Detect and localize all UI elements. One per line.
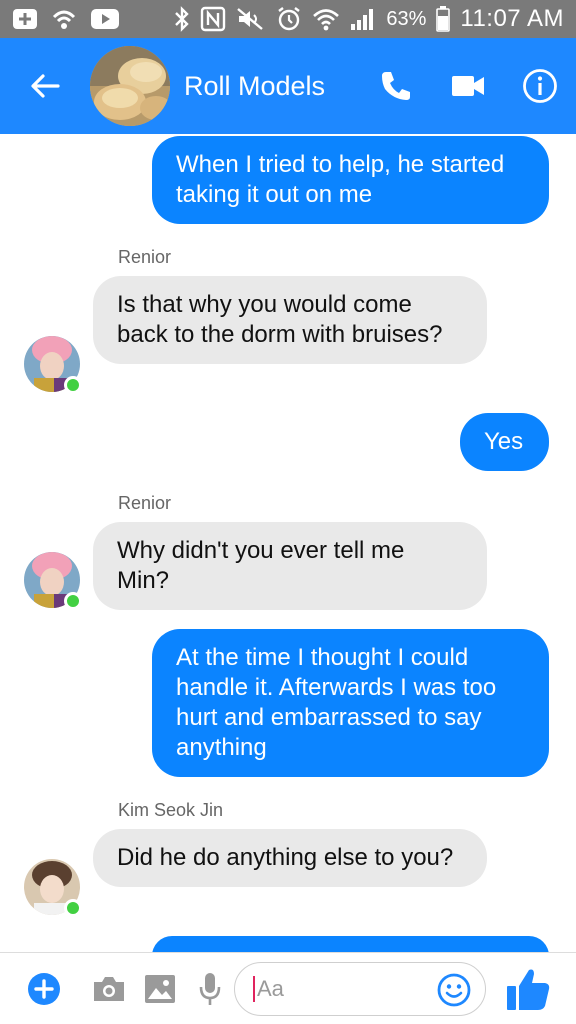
phone-icon (382, 72, 410, 100)
call-button[interactable] (360, 38, 432, 134)
message-input-placeholder: Aa (257, 975, 284, 1001)
thumbs-up-icon (507, 969, 550, 1010)
wifi-call-icon (50, 7, 78, 31)
outgoing-message-partial[interactable] (152, 936, 549, 952)
nfc-icon (200, 6, 226, 32)
emoji-icon (437, 973, 471, 1006)
plus-icon (28, 972, 60, 1005)
incoming-message[interactable]: Why didn't you ever tell me Min? (93, 522, 487, 610)
avatar[interactable] (24, 336, 82, 394)
battery-icon (436, 6, 451, 32)
video-camera-icon (452, 76, 484, 96)
camera-icon (94, 976, 124, 1001)
like-button[interactable] (486, 953, 570, 1024)
status-bar: 63% 11:07 AM (0, 0, 576, 38)
sender-name: Renior (118, 493, 172, 513)
group-avatar[interactable] (90, 46, 170, 126)
sender-name: Renior (118, 247, 172, 267)
mute-icon (236, 7, 266, 31)
online-indicator (64, 899, 82, 917)
add-icon (12, 8, 38, 30)
outgoing-message[interactable]: At the time I thought I could handle it.… (152, 629, 549, 777)
clock: 11:07 AM (460, 5, 564, 32)
bluetooth-icon (174, 6, 190, 32)
message-list[interactable]: When I tried to help, he started taking … (0, 134, 576, 952)
microphone-icon (199, 972, 221, 1005)
video-call-button[interactable] (432, 38, 504, 134)
avatar[interactable] (24, 859, 82, 917)
online-indicator (64, 592, 82, 610)
youtube-icon (90, 8, 120, 30)
outgoing-message[interactable]: Yes (460, 413, 549, 471)
conversation-header: Roll Models (0, 38, 576, 134)
info-button[interactable] (504, 38, 576, 134)
message-input[interactable]: Aa (234, 961, 486, 1016)
battery-percent: 63% (386, 7, 427, 30)
gallery-icon (145, 974, 175, 1003)
sender-name: Kim Seok Jin (118, 800, 224, 820)
incoming-message[interactable]: Did he do anything else to you? (93, 829, 487, 887)
alarm-icon (276, 6, 302, 32)
wifi-icon (312, 7, 340, 31)
signal-icon (350, 7, 376, 31)
back-arrow-icon (31, 74, 60, 98)
composer-bar: Aa (0, 952, 576, 1024)
text-caret (253, 975, 255, 1002)
online-indicator (64, 376, 82, 394)
camera-button[interactable] (88, 953, 130, 1024)
back-button[interactable] (0, 38, 90, 134)
info-icon (523, 69, 557, 103)
gallery-button[interactable] (130, 953, 190, 1024)
outgoing-message[interactable]: When I tried to help, he started taking … (152, 136, 549, 224)
emoji-button[interactable] (437, 973, 471, 1012)
messenger-screen: 63% 11:07 AM Roll Models When I tried to… (0, 0, 576, 1024)
conversation-title[interactable]: Roll Models (184, 71, 360, 102)
voice-button[interactable] (190, 953, 230, 1024)
incoming-message[interactable]: Is that why you would come back to the d… (93, 276, 487, 364)
more-actions-button[interactable] (0, 953, 88, 1024)
avatar[interactable] (24, 552, 82, 610)
